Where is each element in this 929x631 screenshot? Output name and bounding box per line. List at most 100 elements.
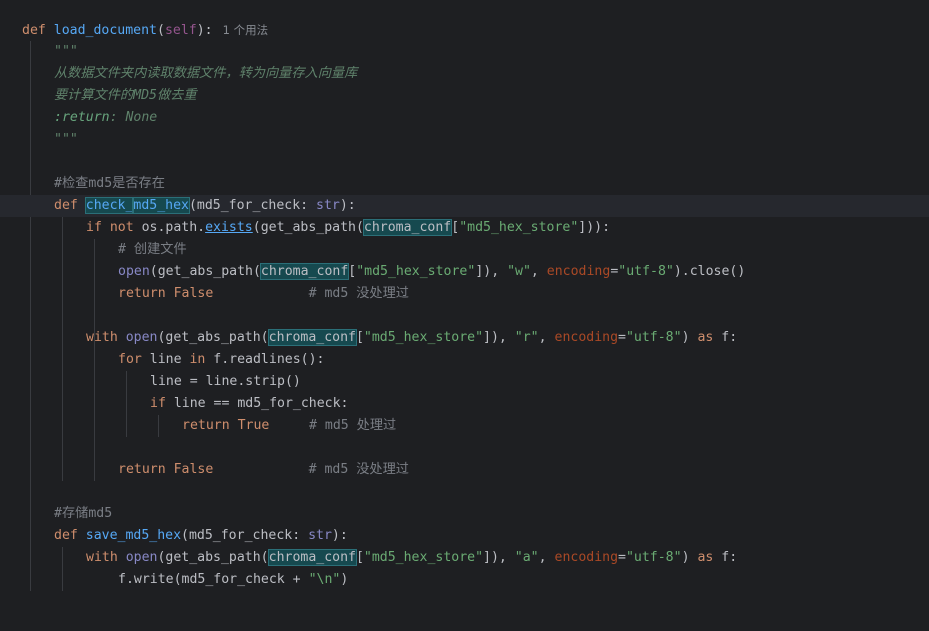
code-line[interactable] [0, 305, 929, 327]
code-token: return False [118, 462, 214, 477]
code-line[interactable] [0, 481, 929, 503]
code-text: """ [54, 41, 78, 63]
code-line[interactable]: 从数据文件夹内读取数据文件，转为向量存入向量库 [0, 63, 929, 85]
code-text: def save_md5_hex(md5_for_check: str): [54, 525, 348, 547]
code-token: open [125, 550, 158, 565]
code-text: 要计算文件的MD5做去重 [54, 85, 197, 107]
code-line[interactable]: """ [0, 129, 929, 151]
code-token: [ [451, 220, 460, 235]
code-token: ) [681, 330, 698, 345]
code-line[interactable]: line = line.strip() [0, 371, 929, 393]
code-token: check_ [84, 197, 135, 214]
code-token: open [118, 264, 150, 279]
code-token: chroma_conf [259, 263, 350, 280]
code-text: #存储md5 [54, 503, 112, 525]
code-editor[interactable]: def load_document(self): 1 个用法 """ 从数据文件夹内读… [0, 0, 929, 631]
code-token: self [164, 23, 197, 38]
code-token: encoding [554, 330, 619, 345]
code-token: if not [86, 220, 142, 235]
code-line[interactable]: return True # md5 处理过 [0, 415, 929, 437]
code-token: ]), [475, 264, 508, 279]
code-line[interactable]: f.write(md5_for_check + "\n") [0, 569, 929, 591]
code-text: """ [54, 129, 78, 151]
code-token: (get_abs_path( [149, 264, 261, 279]
code-text: #检查md5是否存在 [54, 173, 165, 195]
code-token: "a" [514, 550, 539, 565]
code-line[interactable]: :return: None [0, 107, 929, 129]
code-line[interactable] [0, 151, 929, 173]
code-token: load_document [53, 23, 157, 38]
code-token: "w" [507, 264, 531, 279]
code-token: (get_abs_path( [157, 550, 269, 565]
code-token: f: [721, 550, 738, 565]
code-line[interactable]: return False # md5 没处理过 [0, 459, 929, 481]
code-token: ( [156, 23, 165, 38]
code-token: (get_abs_path( [252, 220, 364, 235]
code-token: "r" [514, 330, 539, 345]
code-token: def [54, 198, 86, 213]
code-text: line = line.strip() [150, 371, 301, 393]
code-token: (get_abs_path( [157, 330, 269, 345]
code-line[interactable]: if line == md5_for_check: [0, 393, 929, 415]
code-token: str [308, 528, 332, 543]
code-text: 从数据文件夹内读取数据文件，转为向量存入向量库 [54, 63, 357, 85]
code-token: "utf-8" [625, 330, 682, 345]
code-line[interactable]: 要计算文件的MD5做去重 [0, 85, 929, 107]
code-token: f.readlines(): [213, 352, 325, 367]
code-token: (md5_for_check: [181, 528, 309, 543]
usages-inlay-hint[interactable]: 1 个用法 [223, 23, 268, 37]
code-token: [ [355, 550, 364, 565]
code-token: def [22, 23, 54, 38]
code-token: exists [205, 220, 253, 235]
code-token: 从数据文件夹内读取数据文件，转为向量存入向量库 [54, 66, 358, 81]
code-token: str [316, 198, 340, 213]
code-line[interactable]: with open(get_abs_path(chroma_conf["md5_… [0, 547, 929, 569]
code-token: "\n" [308, 572, 341, 587]
code-line[interactable] [0, 437, 929, 459]
code-line[interactable]: def check_md5_hex(md5_for_check: str): [0, 195, 929, 217]
code-token: , [538, 330, 555, 345]
code-line[interactable]: open(get_abs_path(chroma_conf["md5_hex_s… [0, 261, 929, 283]
code-token: , [538, 550, 555, 565]
code-line[interactable]: def save_md5_hex(md5_for_check: str): [0, 525, 929, 547]
code-token: ]), [483, 330, 515, 345]
code-text: :return: None [54, 107, 157, 129]
code-text: f.write(md5_for_check + "\n") [118, 569, 348, 591]
code-token: "md5_hex_store" [363, 330, 484, 345]
code-line[interactable]: return False # md5 没处理过 [0, 283, 929, 305]
code-line[interactable]: #存储md5 [0, 503, 929, 525]
code-token: "md5_hex_store" [363, 550, 484, 565]
code-line[interactable]: def load_document(self): 1 个用法 [0, 19, 929, 41]
code-token: line == md5_for_check: [173, 396, 349, 411]
code-token: f: [721, 330, 738, 345]
code-token: ): [196, 23, 213, 38]
code-token: with [86, 330, 126, 345]
code-token: chroma_conf [267, 549, 357, 566]
code-line[interactable]: """ [0, 41, 929, 63]
code-token: return True [182, 418, 270, 433]
code-line[interactable]: #检查md5是否存在 [0, 173, 929, 195]
code-token: def [54, 528, 86, 543]
code-token: ) [681, 550, 698, 565]
code-text: with open(get_abs_path(chroma_conf["md5_… [86, 327, 737, 349]
code-token: for [118, 352, 150, 367]
code-token: # md5 处理过 [309, 418, 397, 433]
code-token: line = line.strip() [150, 374, 301, 389]
code-token: open [125, 330, 158, 345]
code-line[interactable]: for line in f.readlines(): [0, 349, 929, 371]
code-text: def load_document(self): 1 个用法 [22, 19, 268, 42]
code-line[interactable]: # 创建文件 [0, 239, 929, 261]
code-token: with [86, 550, 126, 565]
code-token: in [189, 352, 214, 367]
code-line[interactable]: if not os.path.exists(get_abs_path(chrom… [0, 217, 929, 239]
code-token: # md5 没处理过 [308, 286, 409, 301]
code-token: line [149, 352, 190, 367]
code-text: return False # md5 没处理过 [118, 459, 409, 481]
code-token: ) [340, 572, 349, 587]
code-line[interactable]: with open(get_abs_path(chroma_conf["md5_… [0, 327, 929, 349]
code-token: # 创建文件 [118, 242, 187, 257]
code-token: (md5_for_check: [188, 198, 317, 213]
